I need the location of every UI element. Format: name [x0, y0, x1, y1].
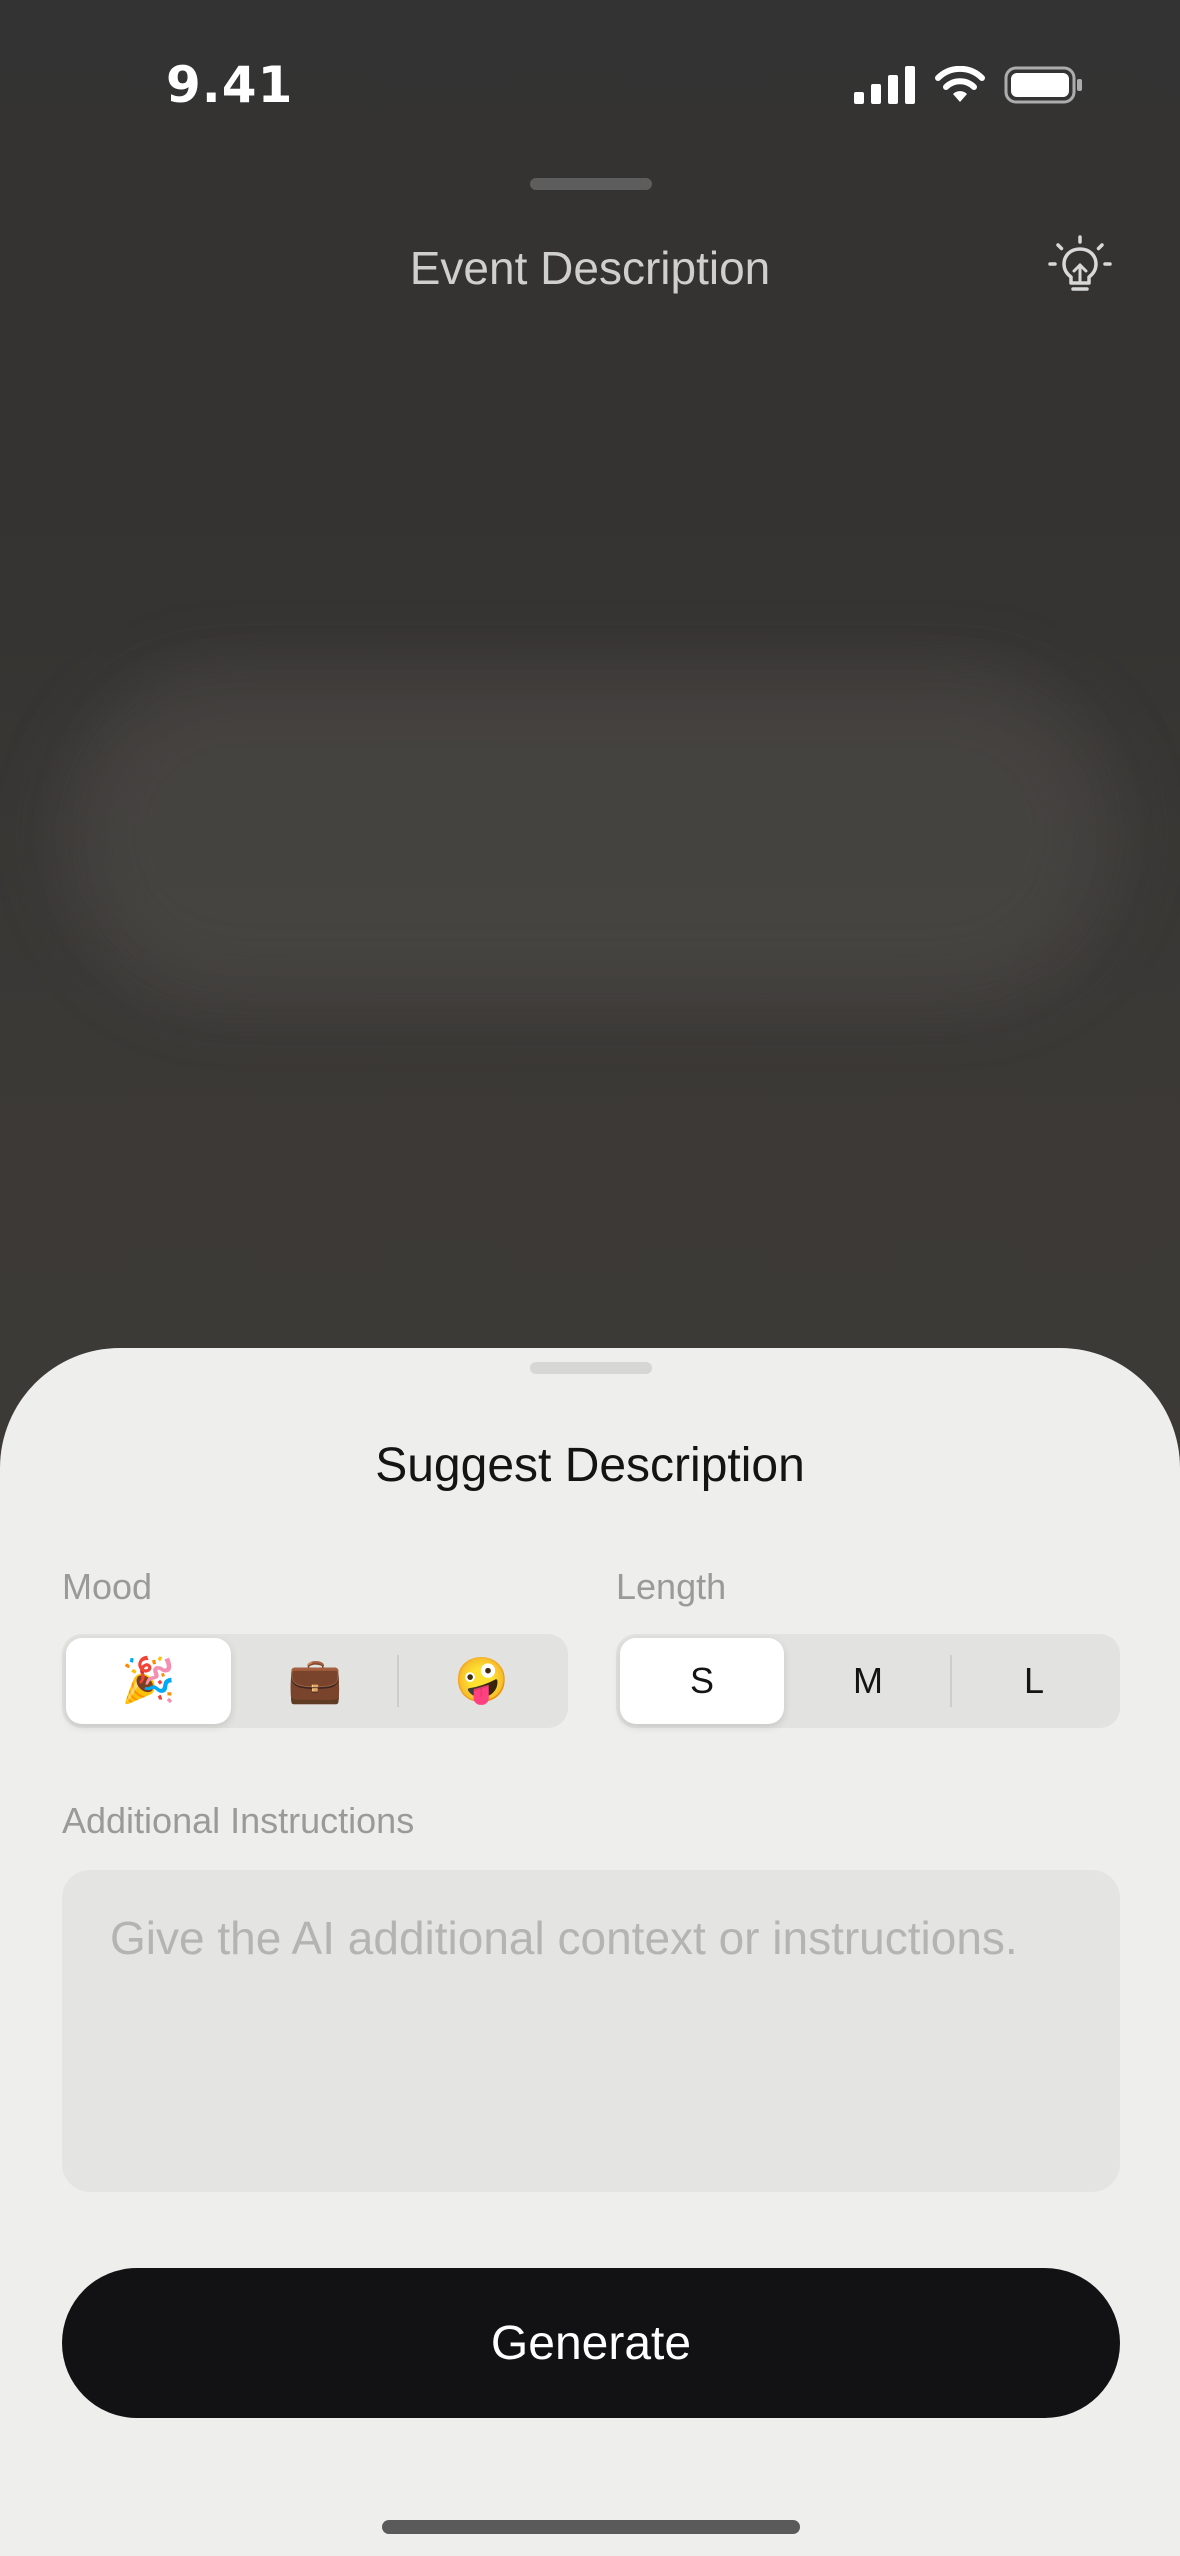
generate-button[interactable]: Generate [62, 2268, 1120, 2418]
instructions-input[interactable] [110, 1906, 1072, 2156]
lightbulb-button[interactable] [1042, 229, 1118, 309]
lightbulb-icon [1048, 235, 1112, 303]
home-indicator [382, 2520, 800, 2534]
mood-option-zany[interactable]: 🤪 [399, 1638, 564, 1724]
top-sheet-grabber[interactable] [530, 178, 652, 190]
status-icons [854, 65, 1084, 108]
length-option-s[interactable]: S [620, 1638, 784, 1724]
cellular-signal-icon [854, 66, 916, 108]
length-label: Length [616, 1566, 727, 1607]
wifi-icon [934, 65, 986, 108]
mood-label: Mood [62, 1566, 153, 1607]
status-time: 9.41 [166, 56, 294, 114]
suggest-description-sheet: Suggest Description Mood 🎉 💼 🤪 Length S … [0, 1348, 1180, 2556]
top-header: Event Description [0, 215, 1180, 325]
zany-face-icon: 🤪 [454, 1656, 510, 1705]
instructions-box [62, 1870, 1120, 2192]
background-blur-shape-inner [90, 690, 1090, 980]
sheet-grabber[interactable] [530, 1362, 652, 1374]
briefcase-icon: 💼 [287, 1656, 343, 1705]
battery-icon [1004, 66, 1084, 108]
instructions-label: Additional Instructions [62, 1800, 415, 1841]
screen: 9.41 Event Description Suggest Descripti… [0, 0, 1180, 2556]
mood-segmented-control: 🎉 💼 🤪 [62, 1634, 568, 1728]
length-option-l[interactable]: L [952, 1638, 1116, 1724]
page-title: Event Description [409, 242, 771, 294]
mood-option-party[interactable]: 🎉 [66, 1638, 231, 1724]
status-bar: 9.41 [0, 0, 1180, 170]
length-segmented-control: S M L [616, 1634, 1120, 1728]
party-popper-icon: 🎉 [120, 1656, 176, 1705]
mood-option-business[interactable]: 💼 [233, 1638, 398, 1724]
sheet-title: Suggest Description [375, 1439, 805, 1492]
length-option-m[interactable]: M [786, 1638, 950, 1724]
